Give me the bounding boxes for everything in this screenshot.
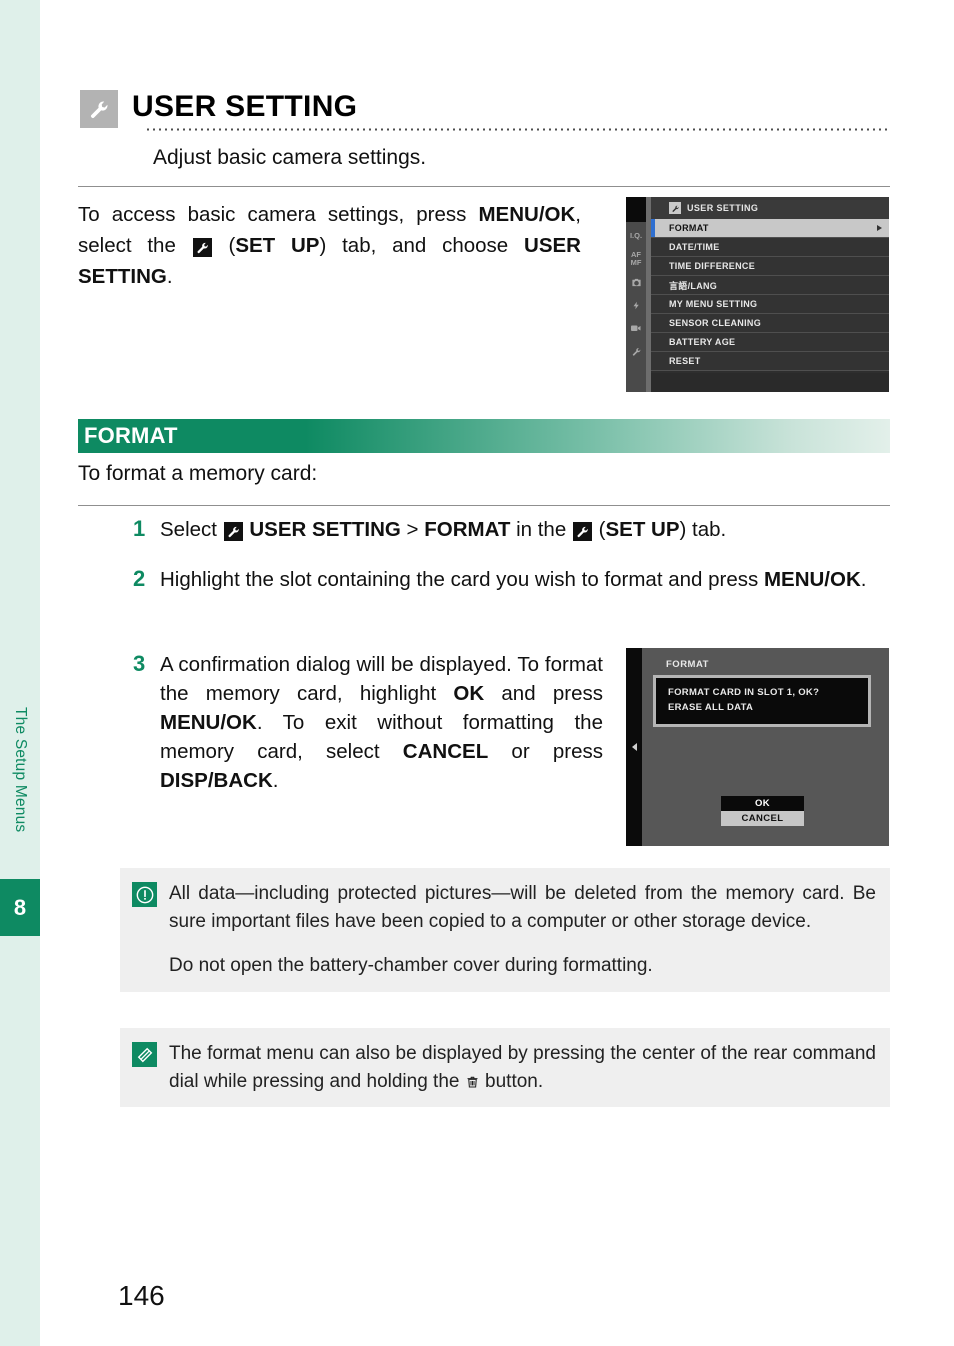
page-content: USER SETTING Adjust basic camera setting… bbox=[40, 0, 954, 1346]
intro-text-4: ) tab, and choose bbox=[319, 234, 525, 258]
step-number: 2 bbox=[133, 566, 146, 591]
page-number: 146 bbox=[118, 1280, 165, 1311]
caution-note: All data—including protected pictures—wi… bbox=[120, 868, 890, 992]
format-dialog-screenshot: FORMAT FORMAT CARD IN SLOT 1, OK? ERASE … bbox=[626, 648, 889, 846]
menu-list-body: USER SETTING FORMAT DATE/TIME TIME DIFFERE… bbox=[651, 197, 889, 392]
step-text: Highlight the slot containing the card y… bbox=[160, 568, 867, 591]
tab-movie-icon bbox=[626, 317, 646, 339]
title-dot-leader bbox=[145, 128, 890, 131]
menu-row-label: TIME DIFFERENCE bbox=[669, 261, 756, 271]
chapter-rail: The Setup Menus 8 bbox=[0, 0, 40, 1346]
menu-screen-footer bbox=[651, 373, 889, 392]
tab-flash-icon bbox=[626, 294, 646, 316]
menu-row[interactable]: MY MENU SETTING bbox=[651, 295, 889, 314]
intro-text-5: . bbox=[166, 265, 173, 289]
tab-shooting-camera-icon bbox=[626, 271, 646, 293]
dialog-message-line-2: ERASE ALL DATA bbox=[668, 701, 754, 713]
selection-indicator bbox=[651, 219, 655, 237]
caution-paragraph-1: All data—including protected pictures—wi… bbox=[169, 883, 876, 932]
tab-image-quality-icon: I.Q. bbox=[629, 231, 643, 241]
camera-menu-screenshot: I.Q. AF MF USER SETTING FORMAT DATE/TIME… bbox=[626, 197, 889, 392]
chevron-right-icon bbox=[877, 225, 882, 231]
back-arrow-icon bbox=[631, 743, 637, 751]
tab-af-mf-icon: AF MF bbox=[630, 250, 642, 267]
page-subtitle: Adjust basic camera settings. bbox=[153, 146, 427, 169]
menu-row-label: DATE/TIME bbox=[669, 242, 720, 252]
step-item: 2 Highlight the slot containing the card… bbox=[133, 565, 893, 594]
dialog-cancel-button[interactable]: CANCEL bbox=[721, 811, 804, 826]
chapter-number-tab: 8 bbox=[0, 879, 40, 936]
menu-row[interactable]: FORMAT bbox=[651, 219, 889, 238]
menu-row-label: RESET bbox=[669, 356, 701, 366]
header-rule bbox=[78, 186, 890, 187]
section-header-format: FORMAT bbox=[78, 419, 890, 453]
dialog-ok-button[interactable]: OK bbox=[721, 796, 804, 811]
tip-note: The format menu can also be displayed by… bbox=[120, 1028, 890, 1108]
menu-row[interactable]: RESET bbox=[651, 352, 889, 371]
menu-row[interactable]: DATE/TIME bbox=[651, 238, 889, 257]
intro-menu-ok: MENU/OK bbox=[478, 203, 576, 226]
menu-tab-rail: I.Q. AF MF bbox=[626, 197, 646, 392]
wrench-icon bbox=[80, 90, 118, 128]
format-lead-text: To format a memory card: bbox=[78, 462, 318, 485]
caution-paragraph-2: Do not open the battery-chamber cover du… bbox=[169, 955, 653, 977]
chapter-rail-label: The Setup Menus bbox=[12, 707, 29, 833]
menu-row-label: BATTERY AGE bbox=[669, 337, 736, 347]
step-text: Select USER SETTING > FORMAT in the (SET… bbox=[160, 518, 727, 541]
intro-paragraph: To access basic camera settings, press M… bbox=[78, 199, 581, 292]
menu-row[interactable]: BATTERY AGE bbox=[651, 333, 889, 352]
menu-row-label: FORMAT bbox=[669, 223, 709, 233]
wrench-icon bbox=[223, 522, 243, 541]
menu-tab-rail-top bbox=[626, 197, 646, 222]
tip-text-after: button. bbox=[479, 1070, 544, 1092]
menu-row[interactable]: 言語/LANG bbox=[651, 276, 889, 295]
caution-icon bbox=[132, 882, 157, 907]
menu-row-label: SENSOR CLEANING bbox=[669, 318, 762, 328]
menu-row-label: MY MENU SETTING bbox=[669, 299, 758, 309]
wrench-icon bbox=[669, 202, 681, 214]
dialog-title: FORMAT bbox=[666, 659, 709, 670]
intro-set-up: SET UP bbox=[235, 234, 320, 258]
tab-setup-wrench-icon bbox=[626, 340, 646, 362]
dialog-buttons: OK CANCEL bbox=[721, 796, 804, 826]
format-lead-rule bbox=[78, 505, 890, 506]
dialog-message-line-1: FORMAT CARD IN SLOT 1, OK? bbox=[668, 687, 820, 698]
wrench-icon bbox=[192, 238, 212, 258]
step-number: 1 bbox=[133, 516, 146, 541]
step-item: 3 A confirmation dialog will be displaye… bbox=[133, 650, 603, 796]
step-item: 1 Select USER SETTING > FORMAT in the (S… bbox=[133, 515, 893, 544]
section-header-label: FORMAT bbox=[84, 423, 178, 448]
menu-row[interactable]: TIME DIFFERENCE bbox=[651, 257, 889, 276]
note-pen-icon bbox=[132, 1042, 157, 1067]
intro-text-1: To access basic camera settings, press bbox=[78, 203, 479, 226]
intro-text-3: ( bbox=[212, 234, 236, 258]
menu-row-label: 言語/LANG bbox=[669, 280, 718, 291]
step-number: 3 bbox=[133, 651, 146, 676]
tip-paragraph: The format menu can also be displayed by… bbox=[169, 1040, 876, 1095]
page-title: USER SETTING bbox=[132, 90, 358, 123]
menu-row[interactable]: SENSOR CLEANING bbox=[651, 314, 889, 333]
trash-icon bbox=[465, 1071, 480, 1092]
dialog-message-box: FORMAT CARD IN SLOT 1, OK? ERASE ALL DAT… bbox=[653, 675, 871, 727]
page-header: USER SETTING bbox=[80, 88, 890, 128]
dialog-left-rail bbox=[626, 648, 642, 846]
step-text: A confirmation dialog will be displayed.… bbox=[160, 653, 603, 793]
wrench-icon bbox=[572, 522, 592, 541]
menu-screen-header: USER SETTING bbox=[651, 197, 889, 219]
menu-rows: FORMAT DATE/TIME TIME DIFFERENCE 言語/LANG MY … bbox=[651, 219, 889, 371]
menu-screen-title: USER SETTING bbox=[687, 203, 759, 213]
